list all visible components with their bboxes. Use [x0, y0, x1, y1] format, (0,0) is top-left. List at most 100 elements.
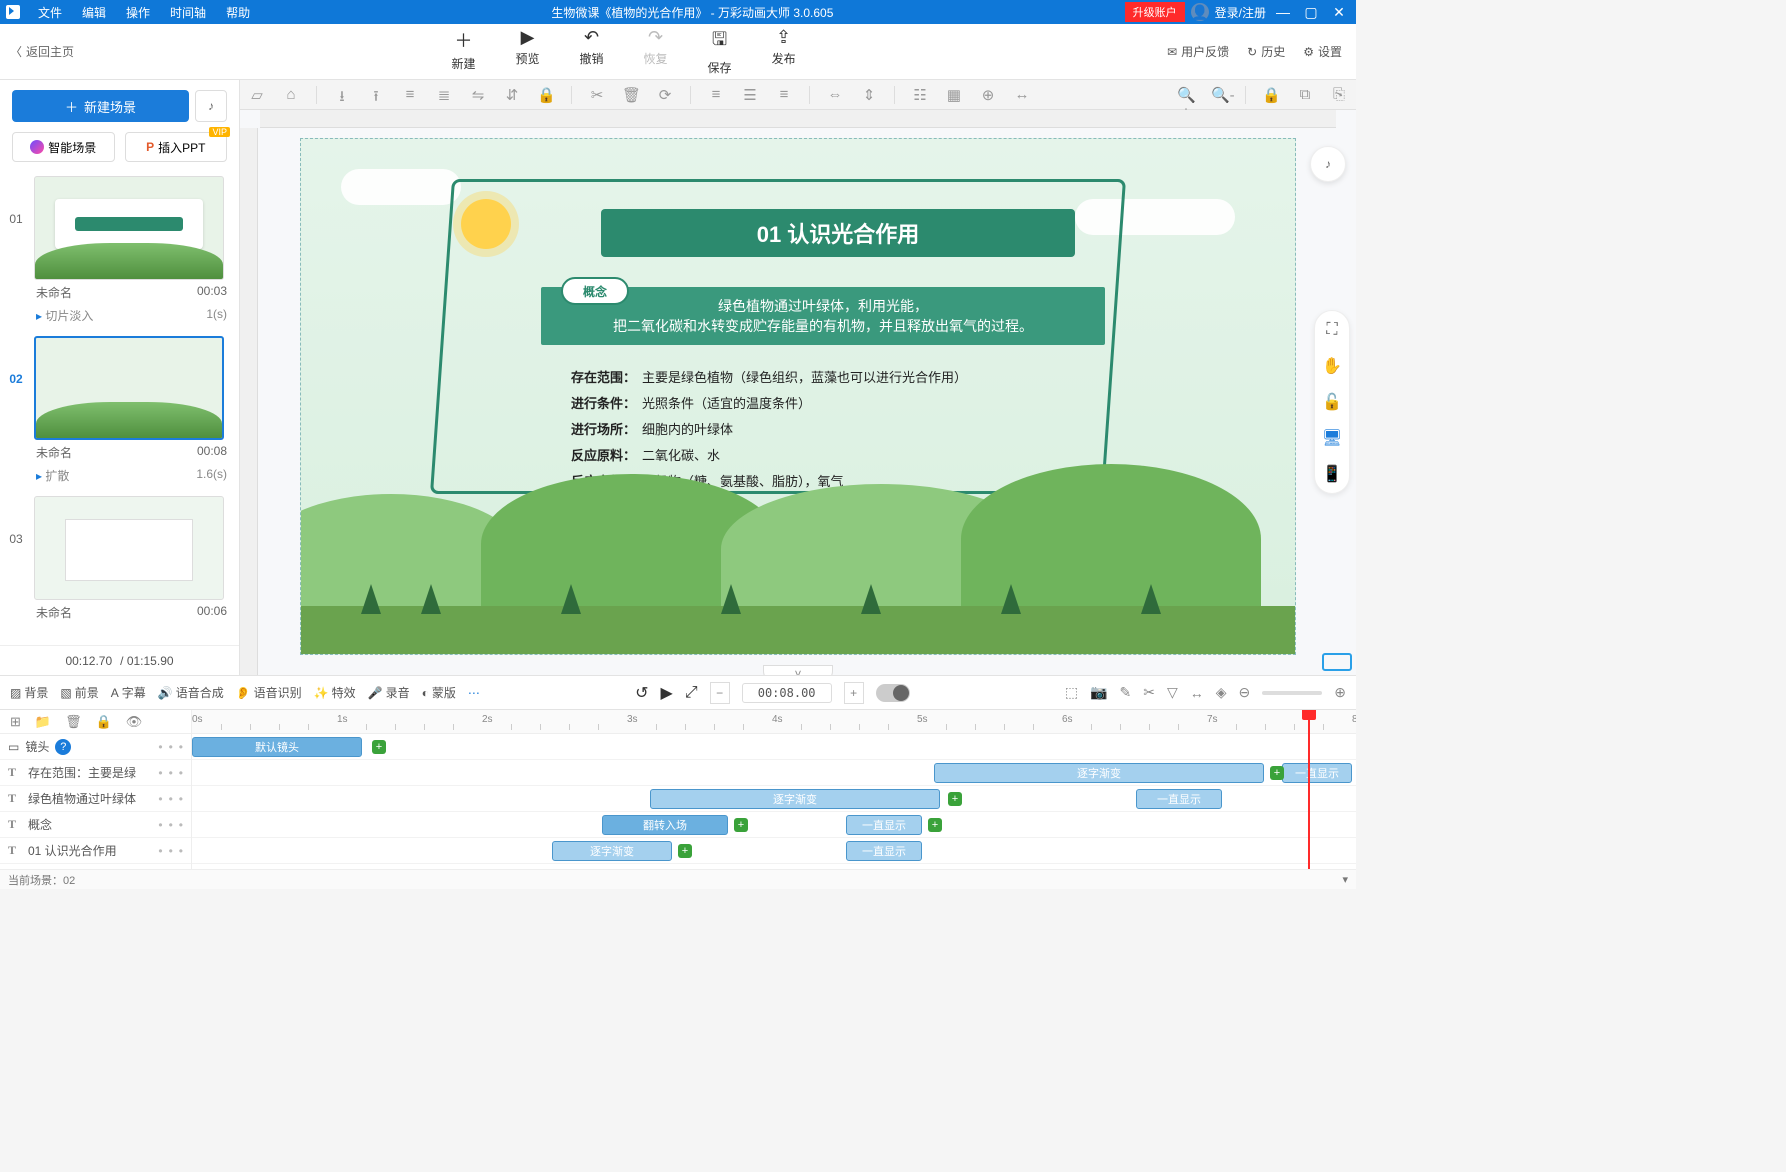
mobile-icon[interactable]: 📱 — [1321, 463, 1343, 485]
crop-icon[interactable]: ▱ — [248, 86, 266, 104]
fullscreen-icon[interactable]: ⛶ — [1321, 319, 1343, 341]
distribute-h-icon[interactable]: ⇔ — [826, 86, 844, 104]
track-label[interactable]: T01 认识光合作用••• — [0, 838, 191, 864]
music-button[interactable]: ♪ — [195, 90, 227, 122]
align-bottom-icon[interactable]: ⭳ — [333, 86, 351, 104]
smart-scene-button[interactable]: 智能场景 — [12, 132, 115, 162]
time-plus[interactable]: + — [844, 682, 864, 704]
track-row[interactable]: 逐字渐变一直显示+ — [192, 838, 1356, 864]
more-button[interactable]: ⋯ — [468, 686, 480, 700]
asr-tab[interactable]: 👂 语音识别 — [236, 684, 302, 701]
settings-link[interactable]: ⚙设置 — [1303, 43, 1342, 60]
avatar-icon[interactable]: 👤 — [1191, 3, 1209, 21]
scene-thumbnail[interactable] — [34, 496, 224, 600]
stage[interactable]: ▢ 默认镜头 01 认识光合作用 绿色植物通过叶绿体，利用光能， 把二氧化碳和水… — [300, 138, 1296, 655]
publish-button[interactable]: ⇪发布 — [772, 27, 796, 76]
menu-action[interactable]: 操作 — [116, 4, 160, 21]
stage-collapse-handle[interactable]: ˅ — [763, 665, 833, 675]
scene-item[interactable]: 02 未命名00:08 ▸ 扩散1.6(s) — [4, 336, 239, 492]
rewind-icon[interactable]: ↺ — [635, 683, 648, 703]
clip[interactable]: 一直显示 — [1282, 763, 1352, 783]
back-home[interactable]: 〈返回主页 — [0, 43, 80, 60]
zoom-in-tl-icon[interactable]: ⊕ — [1334, 684, 1346, 701]
collapse-icon[interactable]: ▾ — [1342, 873, 1348, 886]
redo-button[interactable]: ↷恢复 — [644, 27, 668, 76]
track-area[interactable]: 0s1s2s3s4s5s6s7s8s 默认镜头+ 逐字渐变一直显示+ 逐字渐变一… — [192, 710, 1356, 869]
new-scene-button[interactable]: ＋新建场景 — [12, 90, 189, 122]
desktop-icon[interactable]: 🖥 — [1321, 427, 1343, 449]
hand-icon[interactable]: ✋ — [1321, 355, 1343, 377]
expand-icon[interactable]: ⤢ — [685, 684, 698, 702]
add-keyframe-icon[interactable]: + — [678, 844, 692, 858]
align-v-icon[interactable]: ≡ — [401, 86, 419, 104]
zoom-slider[interactable] — [1262, 691, 1322, 695]
clip[interactable]: 默认镜头 — [192, 737, 362, 757]
tts-tab[interactable]: 🔊 语音合成 — [158, 684, 224, 701]
align-top-icon[interactable]: ⭱ — [367, 86, 385, 104]
align-left-icon[interactable]: ≡ — [707, 86, 725, 104]
playhead[interactable] — [1308, 710, 1310, 869]
flip-h-icon[interactable]: ⇋ — [469, 86, 487, 104]
layers-icon[interactable]: ☷ — [911, 86, 929, 104]
distribute-v-icon[interactable]: ⇕ — [860, 86, 878, 104]
reset-icon[interactable]: ↔ — [1190, 685, 1204, 701]
new-button[interactable]: ＋新建 — [451, 27, 475, 76]
record-tab[interactable]: 🎤 录音 — [368, 684, 410, 701]
home-icon[interactable]: ⌂ — [282, 86, 300, 104]
paste-icon[interactable]: ⎘ — [1330, 86, 1348, 104]
device-preview-icon[interactable] — [1322, 653, 1352, 671]
zoom-out-icon[interactable]: 🔍- — [1211, 86, 1229, 104]
align-center-icon[interactable]: ☰ — [741, 86, 759, 104]
track-label[interactable]: T绿色植物通过叶绿体••• — [0, 786, 191, 812]
camera-icon[interactable]: 📷 — [1090, 684, 1107, 701]
add-keyframe-icon[interactable]: + — [948, 792, 962, 806]
add-keyframe-icon[interactable]: + — [372, 740, 386, 754]
cut-icon[interactable]: ✂ — [588, 86, 606, 104]
delete-icon[interactable]: 🗑 — [622, 86, 640, 104]
menu-edit[interactable]: 编辑 — [72, 4, 116, 21]
lock-track-icon[interactable]: 🔒 — [96, 714, 112, 730]
bg-tab[interactable]: ▨ 背景 — [10, 684, 48, 701]
grid-icon[interactable]: ▦ — [945, 86, 963, 104]
zoom-in-icon[interactable]: 🔍+ — [1177, 86, 1195, 104]
subtitle-tab[interactable]: A 字幕 — [111, 684, 146, 701]
track-label[interactable]: T概念••• — [0, 812, 191, 838]
track-row[interactable]: 默认镜头 + — [192, 734, 1356, 760]
history-link[interactable]: ↻历史 — [1247, 43, 1285, 60]
track-row[interactable]: 逐字渐变 一直显示 + — [192, 786, 1356, 812]
login-link[interactable]: 登录/注册 — [1215, 4, 1266, 21]
fg-tab[interactable]: ▧ 前景 — [60, 684, 98, 701]
filter-icon[interactable]: ▽ — [1167, 684, 1178, 701]
snap-toggle[interactable] — [876, 684, 910, 702]
play-button[interactable]: ▶ — [661, 683, 673, 703]
scene-thumbnail[interactable] — [34, 336, 224, 440]
refresh-icon[interactable]: ⟳ — [656, 86, 674, 104]
edit-icon[interactable]: ✎ — [1120, 684, 1132, 701]
clip[interactable]: 逐字渐变 — [552, 841, 672, 861]
time-ruler[interactable]: 0s1s2s3s4s5s6s7s8s — [192, 710, 1356, 734]
unlock-icon[interactable]: 🔓 — [1321, 391, 1343, 413]
time-minus[interactable]: − — [710, 682, 730, 704]
eye-icon[interactable]: 👁 — [126, 714, 143, 730]
help-icon[interactable]: ? — [55, 739, 71, 755]
track-label[interactable]: ▭镜头?••• — [0, 734, 191, 760]
canvas-music-button[interactable]: ♪ — [1310, 146, 1346, 182]
mask-tab[interactable]: ◐ 蒙版 — [422, 684, 456, 701]
delete-track-icon[interactable]: 🗑 — [65, 714, 82, 730]
cut-icon[interactable]: ✂ — [1143, 684, 1155, 701]
flip-v-icon[interactable]: ⇵ — [503, 86, 521, 104]
insert-ppt-button[interactable]: P插入PPTVIP — [125, 132, 228, 162]
clip[interactable]: 逐字渐变 — [934, 763, 1264, 783]
clip[interactable]: 一直显示 — [1136, 789, 1222, 809]
add-keyframe-icon[interactable]: + — [928, 818, 942, 832]
keyframe-icon[interactable]: ◈ — [1216, 684, 1227, 701]
align-h-icon[interactable]: ≣ — [435, 86, 453, 104]
maximize-button[interactable]: ▢ — [1300, 4, 1322, 21]
undo-button[interactable]: ↶撤销 — [580, 27, 604, 76]
lock-canvas-icon[interactable]: 🔒 — [1262, 86, 1280, 104]
clip[interactable]: 逐字渐变 — [650, 789, 940, 809]
scene-list[interactable]: 01 未命名00:03 ▸ 切片淡入1(s) 02 未命名00:08 — [0, 172, 239, 645]
scene-item[interactable]: 03 未命名00:06 — [4, 496, 239, 625]
clip[interactable]: 翻转入场 — [602, 815, 728, 835]
add-keyframe-icon[interactable]: + — [1270, 766, 1284, 780]
